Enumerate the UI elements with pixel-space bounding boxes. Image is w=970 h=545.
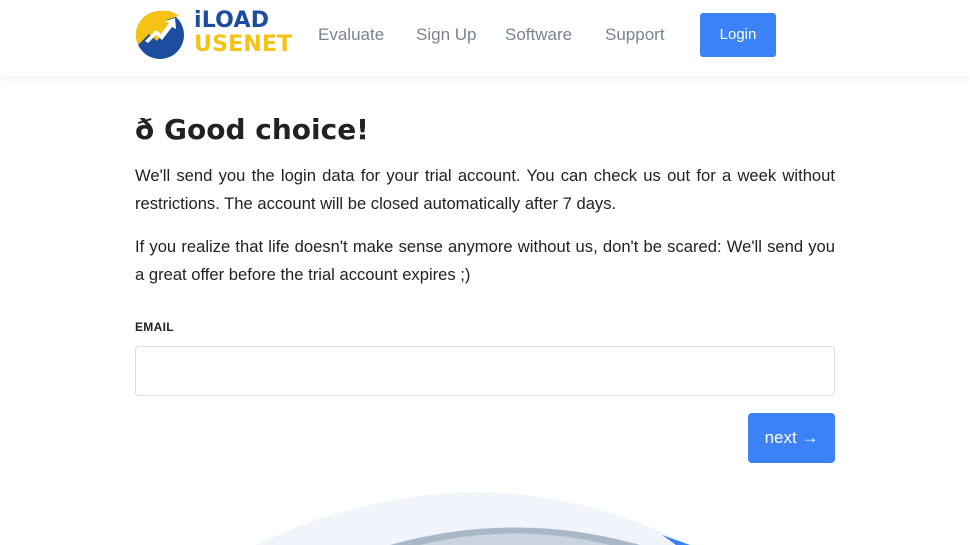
- nav-link-evaluate[interactable]: Evaluate: [318, 22, 384, 48]
- logo-text: iLOAD USENET: [194, 9, 292, 57]
- logo-text-line1: iLOAD: [194, 8, 270, 33]
- main-content: ð Good choice! We'll send you the login …: [135, 112, 835, 288]
- offer-paragraph: If you realize that life doesn't make se…: [135, 237, 835, 284]
- logo-text-line2: USENET: [194, 32, 293, 57]
- email-input[interactable]: [135, 346, 835, 396]
- logo[interactable]: iLOAD USENET: [135, 9, 292, 61]
- decorative-illustration: [255, 492, 690, 545]
- next-button[interactable]: next →: [748, 413, 835, 463]
- next-button-label: next: [764, 428, 797, 447]
- logo-icon: [135, 10, 184, 59]
- login-button[interactable]: Login: [700, 13, 776, 57]
- arrow-right-icon: →: [801, 428, 819, 447]
- email-label: EMAIL: [135, 320, 174, 334]
- nav-link-software[interactable]: Software: [505, 22, 572, 48]
- intro-paragraph: We'll send you the login data for your t…: [135, 166, 835, 213]
- nav-link-support[interactable]: Support: [605, 22, 665, 48]
- nav-link-sign-up[interactable]: Sign Up: [416, 22, 476, 48]
- site-header: iLOAD USENET Evaluate Sign Up Software S…: [0, 0, 970, 76]
- page-title: ð Good choice!: [135, 113, 369, 146]
